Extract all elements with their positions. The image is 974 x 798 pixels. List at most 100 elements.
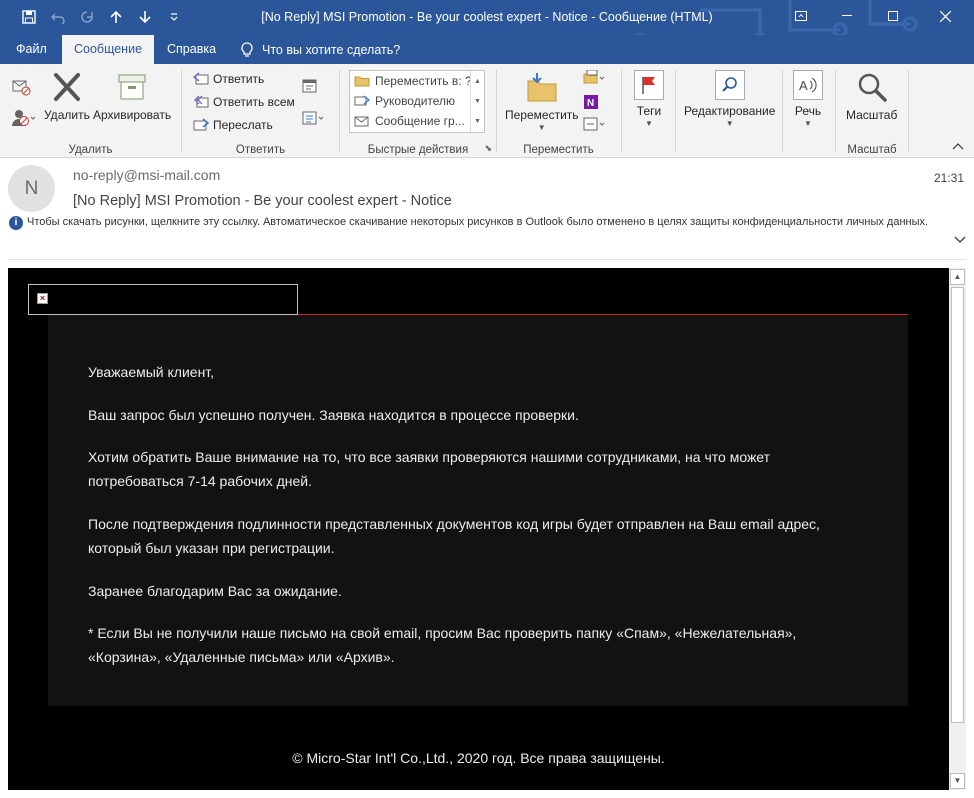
zoom-button[interactable]: Масштаб xyxy=(846,70,897,122)
scroll-down-arrow-icon[interactable]: ▼ xyxy=(950,773,965,789)
header-divider xyxy=(8,259,966,260)
ignore-button[interactable] xyxy=(11,78,31,96)
broken-image-icon: × xyxy=(37,293,48,304)
reply-all-button[interactable]: Ответить всем xyxy=(193,95,295,109)
tags-group: Теги ▼ xyxy=(622,64,675,158)
reply-all-icon xyxy=(194,95,209,108)
speech-button[interactable]: A Речь ▼ xyxy=(793,70,823,128)
broken-image-placeholder[interactable]: × xyxy=(28,284,298,315)
quick-access-toolbar xyxy=(14,6,188,28)
forward-icon xyxy=(193,118,209,131)
collapse-ribbon-icon[interactable] xyxy=(952,142,964,153)
avatar[interactable]: N xyxy=(8,165,55,212)
tell-me-search[interactable]: Что вы хотите сделать? xyxy=(240,35,400,64)
respond-group: Ответить Ответить всем Переслать Ответит… xyxy=(182,64,339,158)
delete-button[interactable]: Удалить xyxy=(44,70,90,122)
title-bar: [No Reply] MSI Promotion - Be your coole… xyxy=(0,0,974,35)
junk-icon xyxy=(12,110,36,126)
tags-button[interactable]: Теги ▼ xyxy=(634,70,664,128)
move-folder-icon xyxy=(525,70,559,104)
save-icon[interactable] xyxy=(14,6,43,28)
arrow-down-icon[interactable] xyxy=(130,6,159,28)
flag-icon xyxy=(634,70,664,100)
calendar-reply-icon xyxy=(302,79,317,93)
speech-group: A Речь ▼ xyxy=(783,64,835,158)
expand-gallery-icon[interactable]: ▼ xyxy=(474,118,481,125)
read-aloud-icon: A xyxy=(793,70,823,100)
undo-icon[interactable] xyxy=(43,6,72,28)
forward-button[interactable]: Переслать xyxy=(193,118,273,132)
zoom-icon xyxy=(855,70,889,104)
vertical-scrollbar[interactable]: ▲ ▼ xyxy=(949,268,966,790)
meeting-reply-button[interactable] xyxy=(302,78,318,94)
tab-message[interactable]: Сообщение xyxy=(62,35,155,64)
reply-button[interactable]: Ответить xyxy=(193,72,264,86)
message-header: N no-reply@msi-mail.com [No Reply] MSI P… xyxy=(0,159,974,260)
expand-header-icon[interactable] xyxy=(954,233,966,247)
message-body: × Уважаемый клиент, Ваш запрос был успеш… xyxy=(8,268,949,790)
redo-icon[interactable] xyxy=(72,6,101,28)
quick-step-team-email[interactable]: Сообщение гр... xyxy=(350,111,484,131)
info-bar-text: Чтобы скачать рисунки, щелкните эту ссыл… xyxy=(27,216,929,228)
onenote-button[interactable]: N xyxy=(583,94,599,110)
group-separator xyxy=(908,70,909,152)
more-respond-icon xyxy=(302,111,324,125)
editing-group: Редактирование ▼ xyxy=(676,64,782,158)
paragraph-4: Заранее благодарим Вас за ожидание. xyxy=(88,583,342,599)
archive-button[interactable]: Архивировать xyxy=(93,70,171,122)
info-bar[interactable]: i Чтобы скачать рисунки, щелкните эту сс… xyxy=(9,216,939,230)
actions-button[interactable] xyxy=(583,116,607,132)
cleanup-button[interactable] xyxy=(11,108,37,128)
content-panel: Уважаемый клиент, Ваш запрос был успешно… xyxy=(48,315,908,706)
chevron-down-icon: ▼ xyxy=(804,119,812,128)
rules-icon xyxy=(583,70,605,84)
tab-help[interactable]: Справка xyxy=(155,35,228,64)
delete-x-icon xyxy=(50,70,84,104)
scroll-up-icon[interactable]: ▲ xyxy=(474,78,481,85)
team-mail-icon xyxy=(354,116,369,127)
zoom-group-label: Масштаб xyxy=(847,144,897,156)
arrow-up-icon[interactable] xyxy=(101,6,130,28)
quick-steps-scroll[interactable]: ▲ ▼ ▼ xyxy=(470,71,484,132)
info-icon: i xyxy=(9,216,23,230)
window-controls xyxy=(778,0,974,32)
greeting-text: Уважаемый клиент, xyxy=(88,364,215,380)
delete-group: Удалить Архивировать Удалить xyxy=(0,64,181,158)
received-time: 21:31 xyxy=(933,171,964,185)
maximize-icon[interactable] xyxy=(870,0,916,32)
window-title: [No Reply] MSI Promotion - Be your coole… xyxy=(261,10,713,24)
dialog-launcher-icon[interactable]: ⬊ xyxy=(484,143,492,154)
window-bottom-edge xyxy=(0,790,974,798)
folder-icon xyxy=(354,76,370,87)
tab-file[interactable]: Файл xyxy=(4,35,59,64)
forward-mail-icon xyxy=(354,95,370,106)
quick-step-move-to[interactable]: Переместить в: ? xyxy=(350,71,484,91)
rules-button[interactable] xyxy=(583,70,607,86)
customize-toolbar-icon[interactable] xyxy=(159,6,188,28)
minimize-icon[interactable] xyxy=(824,0,870,32)
scrollbar-thumb[interactable] xyxy=(951,287,964,723)
paragraph-3: После подтверждения подлинности представ… xyxy=(88,516,820,556)
paragraph-2: Хотим обратить Ваше внимание на то, что … xyxy=(88,449,771,489)
message-subject: [No Reply] MSI Promotion - Be your coole… xyxy=(73,193,452,209)
quick-step-manager[interactable]: Руководителю xyxy=(350,91,484,111)
paragraph-5: * Если Вы не получили наше письмо на сво… xyxy=(88,625,797,665)
tell-me-label: Что вы хотите сделать? xyxy=(262,42,401,57)
copyright-footer: © Micro-Star Int'l Co.,Ltd., 2020 год. В… xyxy=(292,750,665,766)
sender-address[interactable]: no-reply@msi-mail.com xyxy=(73,167,220,183)
actions-icon xyxy=(583,117,605,131)
respond-group-label: Ответить xyxy=(235,144,286,156)
onenote-icon: N xyxy=(584,95,598,109)
editing-button[interactable]: Редактирование ▼ xyxy=(684,70,775,128)
paragraph-1: Ваш запрос был успешно получен. Заявка н… xyxy=(88,407,579,423)
scroll-up-arrow-icon[interactable]: ▲ xyxy=(950,269,965,285)
ribbon-display-options-icon[interactable] xyxy=(778,0,824,32)
chevron-down-icon: ▼ xyxy=(645,119,653,128)
scroll-down-icon[interactable]: ▼ xyxy=(474,98,481,105)
chevron-down-icon: ▼ xyxy=(537,123,546,132)
close-icon[interactable] xyxy=(916,0,974,32)
more-respond-button[interactable] xyxy=(302,110,326,126)
ribbon-tabs: Файл Сообщение Справка Что вы хотите сде… xyxy=(0,35,974,64)
delete-group-label: Удалить xyxy=(68,144,113,156)
move-button[interactable]: Переместить ▼ xyxy=(505,70,579,132)
